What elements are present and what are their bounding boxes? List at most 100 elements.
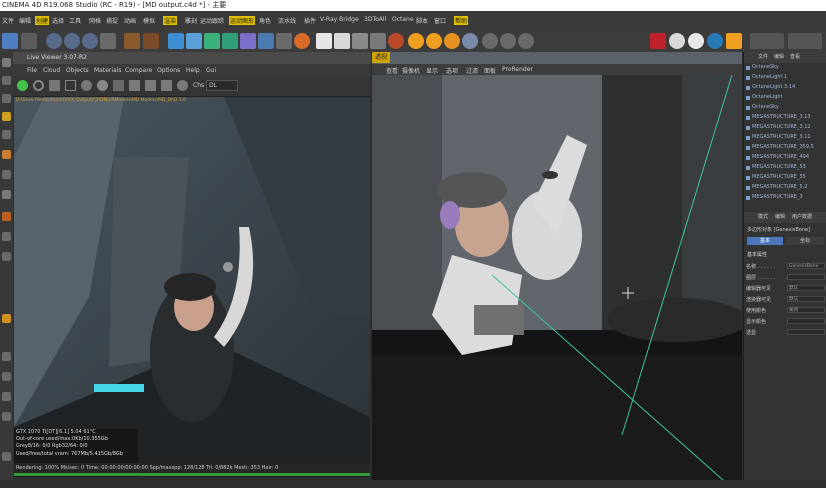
attribute-value-field[interactable]: GenesisBone xyxy=(787,263,825,269)
object-list-item[interactable]: OctaneLight 3.14 xyxy=(744,83,826,93)
pick-white-balance-icon[interactable] xyxy=(145,80,156,91)
object-list-item[interactable]: OctaneSky xyxy=(744,103,826,113)
octane-live-icon[interactable] xyxy=(426,33,442,49)
render-view-icon[interactable] xyxy=(124,33,140,49)
lv-menu-item-7[interactable]: Gui xyxy=(206,67,216,74)
lv-menu-item-4[interactable]: Compare xyxy=(125,67,152,74)
quad-view-icon[interactable] xyxy=(334,33,350,49)
menu-item-16[interactable]: V-Ray Bridge xyxy=(320,16,359,23)
undo-icon[interactable] xyxy=(2,33,18,49)
menu-item-11[interactable]: 运动跟踪 xyxy=(200,16,224,25)
settings-gear-icon[interactable] xyxy=(81,80,92,91)
menu-item-12[interactable]: 运动图形 xyxy=(229,16,256,25)
snap-icon[interactable] xyxy=(352,33,368,49)
pause-icon[interactable] xyxy=(49,80,60,91)
render-start-icon[interactable] xyxy=(17,80,28,91)
bottom-tool-icon[interactable] xyxy=(2,452,11,461)
clay-mode-icon[interactable] xyxy=(97,80,108,91)
y-axis-icon[interactable] xyxy=(64,33,80,49)
workplane-icon[interactable] xyxy=(370,33,386,49)
menu-item-17[interactable]: 3DToAll xyxy=(364,16,386,23)
object-mode-icon[interactable] xyxy=(2,130,11,139)
pick-material-icon[interactable] xyxy=(161,80,172,91)
lv-menu-item-2[interactable]: Objects xyxy=(66,67,89,74)
locking-icon[interactable] xyxy=(2,190,11,199)
points-mode-icon[interactable] xyxy=(2,76,11,85)
cube-icon[interactable] xyxy=(168,33,184,49)
menu-item-2[interactable]: 创建 xyxy=(35,16,50,25)
menu-item-6[interactable]: 捕捉 xyxy=(106,16,118,25)
model-mode-icon[interactable] xyxy=(2,58,11,67)
polygons-mode-icon[interactable] xyxy=(2,112,11,121)
octane-sky-icon[interactable] xyxy=(444,33,460,49)
menu-item-13[interactable]: 角色 xyxy=(259,16,271,25)
light-icon[interactable] xyxy=(294,33,310,49)
sculpt-icon[interactable] xyxy=(2,252,11,261)
axis-icon[interactable] xyxy=(2,352,11,361)
attribute-value-field[interactable]: 关闭 xyxy=(787,307,825,313)
object-list-item[interactable]: MEGASTRUCTURE_3.13 xyxy=(744,113,826,123)
om-header-item-2[interactable]: 查看 xyxy=(790,52,800,63)
snap-mode-icon[interactable] xyxy=(2,212,11,221)
quantize-icon[interactable] xyxy=(2,372,11,381)
attributes-tab-basic[interactable]: 基本 xyxy=(747,237,783,245)
object-list-item[interactable]: OctaneLight 1 xyxy=(744,73,826,83)
object-list-item[interactable]: MEGASTRUCTURE_5.2 xyxy=(744,183,826,193)
menu-item-3[interactable]: 选择 xyxy=(52,16,64,25)
sphere-grid-icon[interactable] xyxy=(482,33,498,49)
object-list-item[interactable]: OctaneLight xyxy=(744,93,826,103)
restart-icon[interactable] xyxy=(33,80,44,91)
object-list-item[interactable]: MEGASTRUCTURE_359.5 xyxy=(744,143,826,153)
edges-mode-icon[interactable] xyxy=(2,94,11,103)
object-list-item[interactable]: MEGASTRUCTURE_3 xyxy=(744,193,826,203)
lv-menu-item-6[interactable]: Help xyxy=(186,67,200,74)
record-icon[interactable] xyxy=(650,33,666,49)
attribute-value-field[interactable]: 默认 xyxy=(787,296,825,302)
lv-menu-item-3[interactable]: Materials xyxy=(94,67,122,74)
menu-item-19[interactable]: 脚本 xyxy=(416,16,428,25)
floor-grid-icon[interactable] xyxy=(2,392,11,401)
viewport-menu-item-4[interactable]: 过滤 xyxy=(466,66,478,75)
om-header-item-0[interactable]: 文件 xyxy=(758,52,768,63)
scene-icon[interactable] xyxy=(518,33,534,49)
menu-item-5[interactable]: 网格 xyxy=(89,16,101,25)
menu-item-14[interactable]: 流水线 xyxy=(278,16,296,25)
object-list-item[interactable]: MEGASTRUCTURE_53 xyxy=(744,163,826,173)
channel-dropdown[interactable]: DL xyxy=(206,80,238,91)
viewport-menu-item-5[interactable]: 面板 xyxy=(484,66,496,75)
live-viewer-render[interactable]: D:\Save files\octane\OrbX_Outputs\2\DMod… xyxy=(14,97,370,477)
viewport-scene[interactable] xyxy=(372,75,742,488)
lock-icon[interactable] xyxy=(113,80,124,91)
object-list-item[interactable]: MEGASTRUCTURE_3.12 xyxy=(744,123,826,133)
menu-item-10[interactable]: 雕刻 xyxy=(185,16,197,25)
x-axis-icon[interactable] xyxy=(46,33,62,49)
attributes-header-item-2[interactable]: 用户数据 xyxy=(792,212,812,223)
attributes-tab-coord[interactable]: 坐标 xyxy=(786,237,824,245)
floor-icon[interactable] xyxy=(258,33,274,49)
soft-selection-icon[interactable] xyxy=(2,412,11,421)
solo-icon[interactable] xyxy=(2,314,11,323)
attribute-value-field[interactable]: 默认 xyxy=(787,285,825,291)
live-select-icon[interactable] xyxy=(21,33,37,49)
magnet-icon[interactable] xyxy=(2,232,11,241)
pick-focus-icon[interactable] xyxy=(129,80,140,91)
camera-icon[interactable] xyxy=(276,33,292,49)
viewport-tab[interactable]: 透视 xyxy=(372,52,390,63)
lv-menu-item-0[interactable]: File xyxy=(27,67,37,74)
workplane-mode-icon[interactable] xyxy=(2,170,11,179)
object-list-item[interactable]: OctaneSky xyxy=(744,63,826,73)
attributes-header-item-1[interactable]: 编辑 xyxy=(775,212,785,223)
pin-icon[interactable] xyxy=(177,80,188,91)
om-header-item-1[interactable]: 编辑 xyxy=(774,52,784,63)
z-axis-icon[interactable] xyxy=(82,33,98,49)
deformer-icon[interactable] xyxy=(240,33,256,49)
viewport-menu-item-3[interactable]: 选项 xyxy=(446,66,458,75)
single-view-icon[interactable] xyxy=(316,33,332,49)
menu-item-7[interactable]: 动画 xyxy=(124,16,136,25)
menu-item-9[interactable]: 渲染 xyxy=(163,16,178,25)
menu-item-21[interactable]: 帮助 xyxy=(454,16,469,25)
menu-item-20[interactable]: 窗口 xyxy=(434,16,446,25)
viewport-menu-item-1[interactable]: 摄像机 xyxy=(402,66,420,75)
octane-settings-icon[interactable] xyxy=(388,33,404,49)
region-icon[interactable] xyxy=(65,80,76,91)
